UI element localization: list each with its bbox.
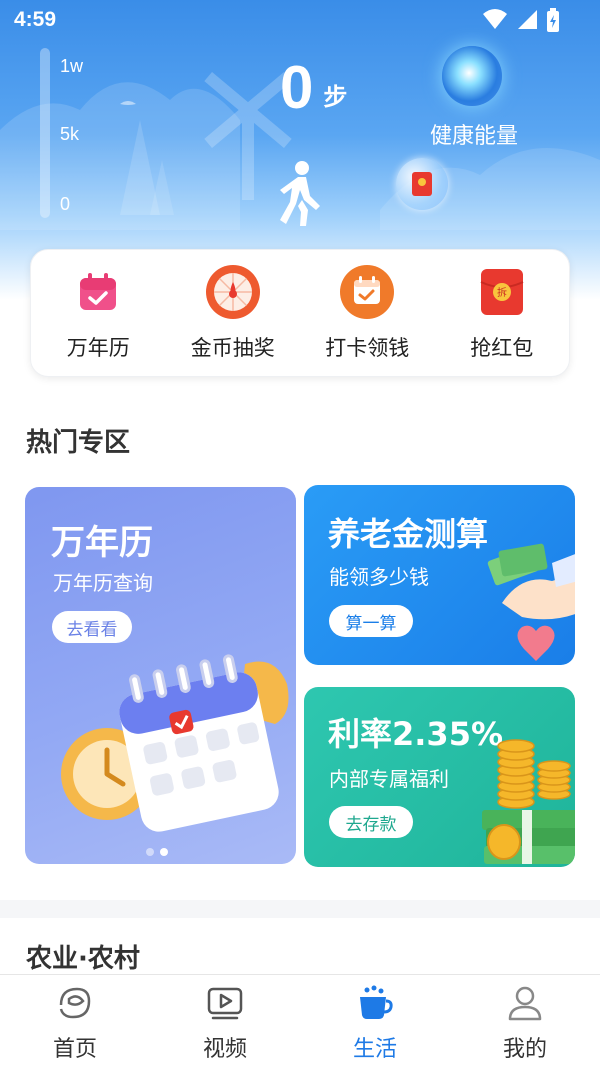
step-count: 0 [280, 54, 314, 121]
calendar-card-title: 万年历 [51, 523, 153, 563]
tab-profile[interactable]: 我的 [450, 975, 600, 1066]
pension-card-title: 养老金测算 [328, 515, 489, 553]
calendar-clock-illustration [61, 654, 289, 832]
money-hand-illustration [487, 543, 575, 661]
section-divider [0, 900, 600, 918]
status-time: 4:59 [14, 8, 57, 31]
life-page: 4:59 1w 5k 0 0 步 健康能量 万年历 金币抽奖 打卡领钱 拆 抢红… [0, 0, 600, 1066]
quick-action-label: 万年历 [66, 336, 130, 360]
red-envelope-icon: 拆 [480, 269, 524, 315]
walking-person-icon [280, 161, 320, 226]
rate-card-button[interactable]: 去存款 [329, 806, 413, 838]
checkin-calendar-icon [340, 265, 395, 319]
step-unit: 步 [323, 83, 348, 111]
tab-life[interactable]: 生活 [300, 975, 450, 1066]
health-energy-label[interactable]: 健康能量 [430, 118, 518, 150]
status-icons [482, 8, 560, 32]
bottom-tab-bar: 首页 视频 生活 我的 [0, 974, 600, 1066]
pension-card-button[interactable]: 算一算 [329, 605, 413, 637]
quick-actions: 万年历 金币抽奖 打卡领钱 拆 抢红包 [30, 249, 570, 377]
deposit-rate-promo-card[interactable]: 利率2.35% 内部专属福利 去存款 [304, 687, 575, 867]
red-envelope-icon [412, 172, 432, 196]
carousel-dot [146, 848, 154, 856]
tab-label: 我的 [502, 1037, 547, 1062]
profile-icon [508, 986, 542, 1021]
quick-action-red-envelope[interactable]: 拆 抢红包 [435, 250, 570, 376]
red-envelope-bubble[interactable] [396, 158, 448, 210]
tab-label: 首页 [52, 1037, 97, 1062]
signal-icon [518, 10, 537, 29]
life-cup-icon [360, 985, 393, 1019]
video-icon [207, 987, 243, 1020]
svg-text:拆: 拆 [497, 286, 507, 299]
status-bar: 4:59 [0, 0, 600, 40]
carousel-dot-active [160, 848, 168, 856]
quick-action-label: 打卡领钱 [325, 336, 410, 360]
scale-label-min: 0 [60, 194, 71, 214]
quick-action-label: 抢红包 [470, 336, 534, 360]
tab-home[interactable]: 首页 [0, 975, 150, 1066]
rate-card-subtitle: 内部专属福利 [329, 767, 449, 791]
quick-action-calendar[interactable]: 万年历 [31, 250, 166, 376]
scale-label-max: 1w [60, 56, 84, 76]
agri-section-title: 农业·农村 [26, 944, 140, 974]
carousel-dots [146, 848, 168, 856]
step-counter[interactable]: 0 步 [280, 58, 347, 118]
rate-card-title: 利率2.35% [328, 715, 504, 753]
battery-icon [547, 8, 559, 32]
quick-action-checkin[interactable]: 打卡领钱 [300, 250, 435, 376]
quick-action-lottery[interactable]: 金币抽奖 [166, 250, 301, 376]
home-icon [59, 987, 91, 1019]
scale-label-mid: 5k [60, 124, 80, 144]
tab-label: 视频 [202, 1037, 247, 1062]
calendar-card-subtitle: 万年历查询 [53, 571, 153, 595]
health-energy-orb[interactable] [442, 46, 502, 106]
coins-cash-illustration [482, 739, 575, 864]
tab-video[interactable]: 视频 [150, 975, 300, 1066]
calendar-icon [80, 273, 117, 310]
pension-promo-card[interactable]: 养老金测算 能领多少钱 算一算 [304, 485, 575, 665]
calendar-promo-card[interactable]: 万年历 万年历查询 去看看 [25, 487, 296, 864]
tab-label: 生活 [352, 1037, 397, 1062]
wifi-icon [483, 9, 507, 29]
quick-action-label: 金币抽奖 [190, 336, 275, 360]
step-progress-bar [40, 48, 50, 218]
lottery-wheel-icon [205, 265, 260, 319]
pension-card-subtitle: 能领多少钱 [329, 565, 429, 589]
hot-section-title: 热门专区 [26, 428, 131, 458]
